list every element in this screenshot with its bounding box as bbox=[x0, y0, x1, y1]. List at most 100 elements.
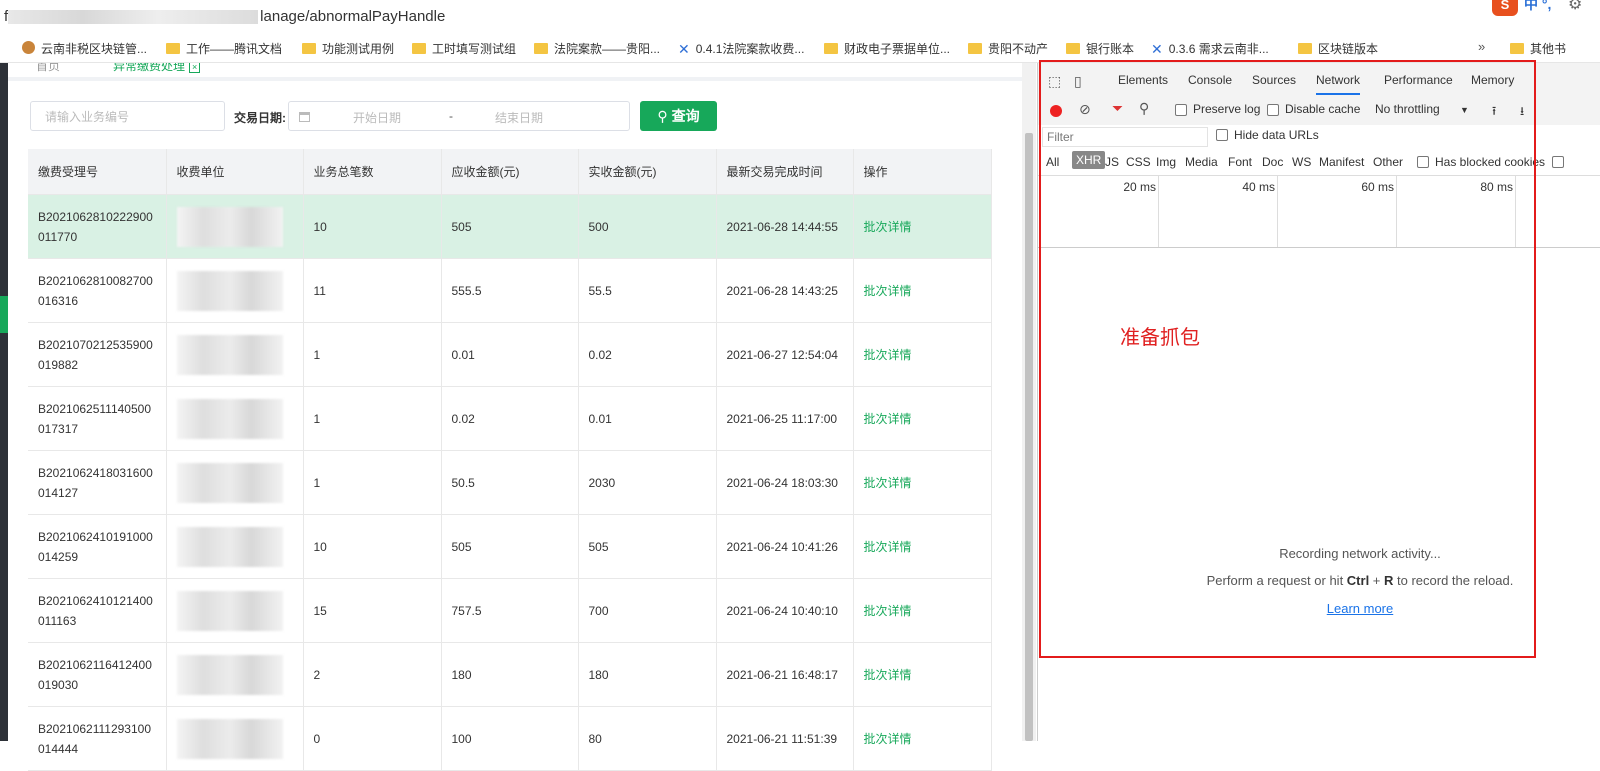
extension-area: S 中 °, ⚙ bbox=[1480, 0, 1600, 22]
paid-cell: 0.02 bbox=[578, 322, 717, 387]
table-row[interactable]: B2021062410191000 014259 10 505 505 2021-… bbox=[28, 514, 992, 579]
folder-icon bbox=[534, 43, 548, 54]
table-row[interactable]: B2021062810082700 016316 11 555.5 55.5 20… bbox=[28, 258, 992, 323]
count-cell: 15 bbox=[303, 578, 442, 643]
table-row[interactable]: B2021062116412400 019030 2 180 180 2021-0… bbox=[28, 642, 992, 707]
bookmark-item[interactable]: 法院案款——贵阳... bbox=[534, 40, 660, 57]
batch-detail-link[interactable]: 批次详情 bbox=[853, 322, 992, 387]
batch-detail-link[interactable]: 批次详情 bbox=[853, 706, 992, 771]
folder-icon bbox=[824, 43, 838, 54]
bookmark-item[interactable]: 工时填写测试组 bbox=[412, 40, 516, 57]
bookmark-item[interactable]: 区块链版本 bbox=[1298, 40, 1378, 57]
accept-no-cell: B2021062111293100 014444 bbox=[28, 706, 167, 771]
annotation-highlight-box bbox=[1039, 60, 1536, 658]
tab-home[interactable]: 首页 bbox=[36, 63, 60, 74]
time-cell: 2021-06-28 14:43:25 bbox=[716, 258, 854, 323]
close-icon[interactable]: × bbox=[189, 63, 201, 73]
bookmark-item[interactable]: 其他书 bbox=[1510, 40, 1566, 57]
page-scrollbar[interactable] bbox=[1022, 63, 1036, 741]
count-cell: 0 bbox=[303, 706, 442, 771]
sogou-icon[interactable]: S bbox=[1492, 0, 1518, 16]
bookmark-item[interactable]: ✕ 0.4.1法院案款收费... bbox=[678, 40, 804, 57]
batch-detail-link[interactable]: 批次详情 bbox=[853, 578, 992, 643]
folder-icon bbox=[1298, 43, 1312, 54]
page-tabs: 首页 异常缴费处理 × bbox=[8, 63, 1026, 77]
batch-detail-link[interactable]: 批次详情 bbox=[853, 386, 992, 451]
query-button[interactable]: ⚲ 查询 bbox=[640, 101, 717, 131]
tab-abnormal-pay[interactable]: 异常缴费处理 × bbox=[113, 63, 201, 74]
bookmark-item[interactable]: 工作——腾讯文档 bbox=[166, 40, 282, 57]
bookmark-item[interactable]: 贵阳不动产 bbox=[968, 40, 1048, 57]
time-cell: 2021-06-21 16:48:17 bbox=[716, 642, 854, 707]
biz-no-input[interactable]: 请输入业务编号 bbox=[30, 101, 225, 131]
column-header: 缴费受理号 bbox=[28, 149, 167, 195]
bookmark-item[interactable]: ✕ 0.3.6 需求云南非... bbox=[1151, 40, 1269, 57]
column-header: 操作 bbox=[853, 149, 992, 195]
bookmark-item[interactable]: 银行账本 bbox=[1066, 40, 1134, 57]
redacted-unit bbox=[176, 526, 283, 567]
batch-detail-link[interactable]: 批次详情 bbox=[853, 642, 992, 707]
sidebar bbox=[0, 63, 8, 741]
gear-icon[interactable]: ⚙ bbox=[1568, 0, 1582, 14]
folder-icon bbox=[302, 43, 316, 54]
accept-no-cell: B2021062418031600 014127 bbox=[28, 450, 167, 515]
unit-cell bbox=[166, 514, 304, 579]
count-cell: 2 bbox=[303, 642, 442, 707]
bookmarks-bar: 云南非税区块链管... 工作——腾讯文档 功能测试用例 工时填写测试组 法院案款… bbox=[0, 34, 1600, 63]
table-row[interactable]: B2021062418031600 014127 1 50.5 2030 2021… bbox=[28, 450, 992, 515]
scrollbar-thumb[interactable] bbox=[1025, 133, 1033, 741]
table-row[interactable]: B2021062410121400 011163 15 757.5 700 202… bbox=[28, 578, 992, 643]
table-row[interactable]: B2021062111293100 014444 0 100 80 2021-06… bbox=[28, 706, 992, 771]
table-header-row: 缴费受理号 收费单位 业务总笔数 应收金额(元) 实收金额(元) 最新交易完成时… bbox=[28, 149, 992, 195]
start-date-input[interactable]: 开始日期 bbox=[353, 109, 401, 126]
bookmarks-overflow-button[interactable]: » bbox=[1478, 39, 1485, 54]
sidebar-active-indicator[interactable] bbox=[0, 296, 8, 333]
paid-cell: 180 bbox=[578, 642, 717, 707]
table-row[interactable]: B2021062511140500 017317 1 0.02 0.01 2021… bbox=[28, 386, 992, 451]
unit-cell bbox=[166, 642, 304, 707]
table-row[interactable]: B2021070212535900 019882 1 0.01 0.02 2021… bbox=[28, 322, 992, 387]
count-cell: 10 bbox=[303, 514, 442, 579]
due-cell: 0.02 bbox=[441, 386, 579, 451]
batch-detail-link[interactable]: 批次详情 bbox=[853, 450, 992, 515]
count-cell: 10 bbox=[303, 194, 442, 259]
redacted-unit bbox=[176, 462, 283, 503]
column-header: 最新交易完成时间 bbox=[716, 149, 854, 195]
due-cell: 180 bbox=[441, 642, 579, 707]
url-text[interactable]: f lanage/abnormalPayHandle bbox=[4, 8, 445, 25]
accept-no-cell: B2021062116412400 019030 bbox=[28, 642, 167, 707]
paid-cell: 500 bbox=[578, 194, 717, 259]
column-header: 收费单位 bbox=[166, 149, 304, 195]
count-cell: 11 bbox=[303, 258, 442, 323]
time-cell: 2021-06-27 12:54:04 bbox=[716, 322, 854, 387]
date-separator: - bbox=[449, 109, 453, 123]
redacted-unit bbox=[176, 334, 283, 375]
batch-detail-link[interactable]: 批次详情 bbox=[853, 258, 992, 323]
batch-detail-link[interactable]: 批次详情 bbox=[853, 194, 992, 259]
end-date-input[interactable]: 结束日期 bbox=[495, 109, 543, 126]
payment-table: 缴费受理号 收费单位 业务总笔数 应收金额(元) 实收金额(元) 最新交易完成时… bbox=[28, 149, 992, 771]
bookmark-item[interactable]: 财政电子票据单位... bbox=[824, 40, 950, 57]
table-row[interactable]: B2021062810222900 011770 10 505 500 2021-… bbox=[28, 194, 992, 259]
redacted-unit bbox=[176, 206, 283, 247]
site-icon bbox=[22, 41, 35, 54]
paid-cell: 55.5 bbox=[578, 258, 717, 323]
redacted-unit bbox=[176, 590, 283, 631]
column-header: 应收金额(元) bbox=[441, 149, 579, 195]
due-cell: 100 bbox=[441, 706, 579, 771]
due-cell: 555.5 bbox=[441, 258, 579, 323]
folder-icon bbox=[412, 43, 426, 54]
extra-checkbox[interactable] bbox=[1552, 156, 1564, 168]
count-cell: 1 bbox=[303, 450, 442, 515]
ime-icon[interactable]: 中 °, bbox=[1524, 0, 1551, 14]
jira-icon: ✕ bbox=[678, 41, 690, 57]
bookmark-item[interactable]: 云南非税区块链管... bbox=[22, 40, 147, 57]
address-bar[interactable]: f lanage/abnormalPayHandle S 中 °, ⚙ bbox=[0, 0, 1600, 34]
bookmark-item[interactable]: 功能测试用例 bbox=[302, 40, 394, 57]
paid-cell: 80 bbox=[578, 706, 717, 771]
date-range-picker[interactable]: 开始日期 - 结束日期 bbox=[288, 101, 630, 131]
due-cell: 0.01 bbox=[441, 322, 579, 387]
batch-detail-link[interactable]: 批次详情 bbox=[853, 514, 992, 579]
calendar-icon bbox=[299, 112, 310, 122]
accept-no-cell: B2021062511140500 017317 bbox=[28, 386, 167, 451]
